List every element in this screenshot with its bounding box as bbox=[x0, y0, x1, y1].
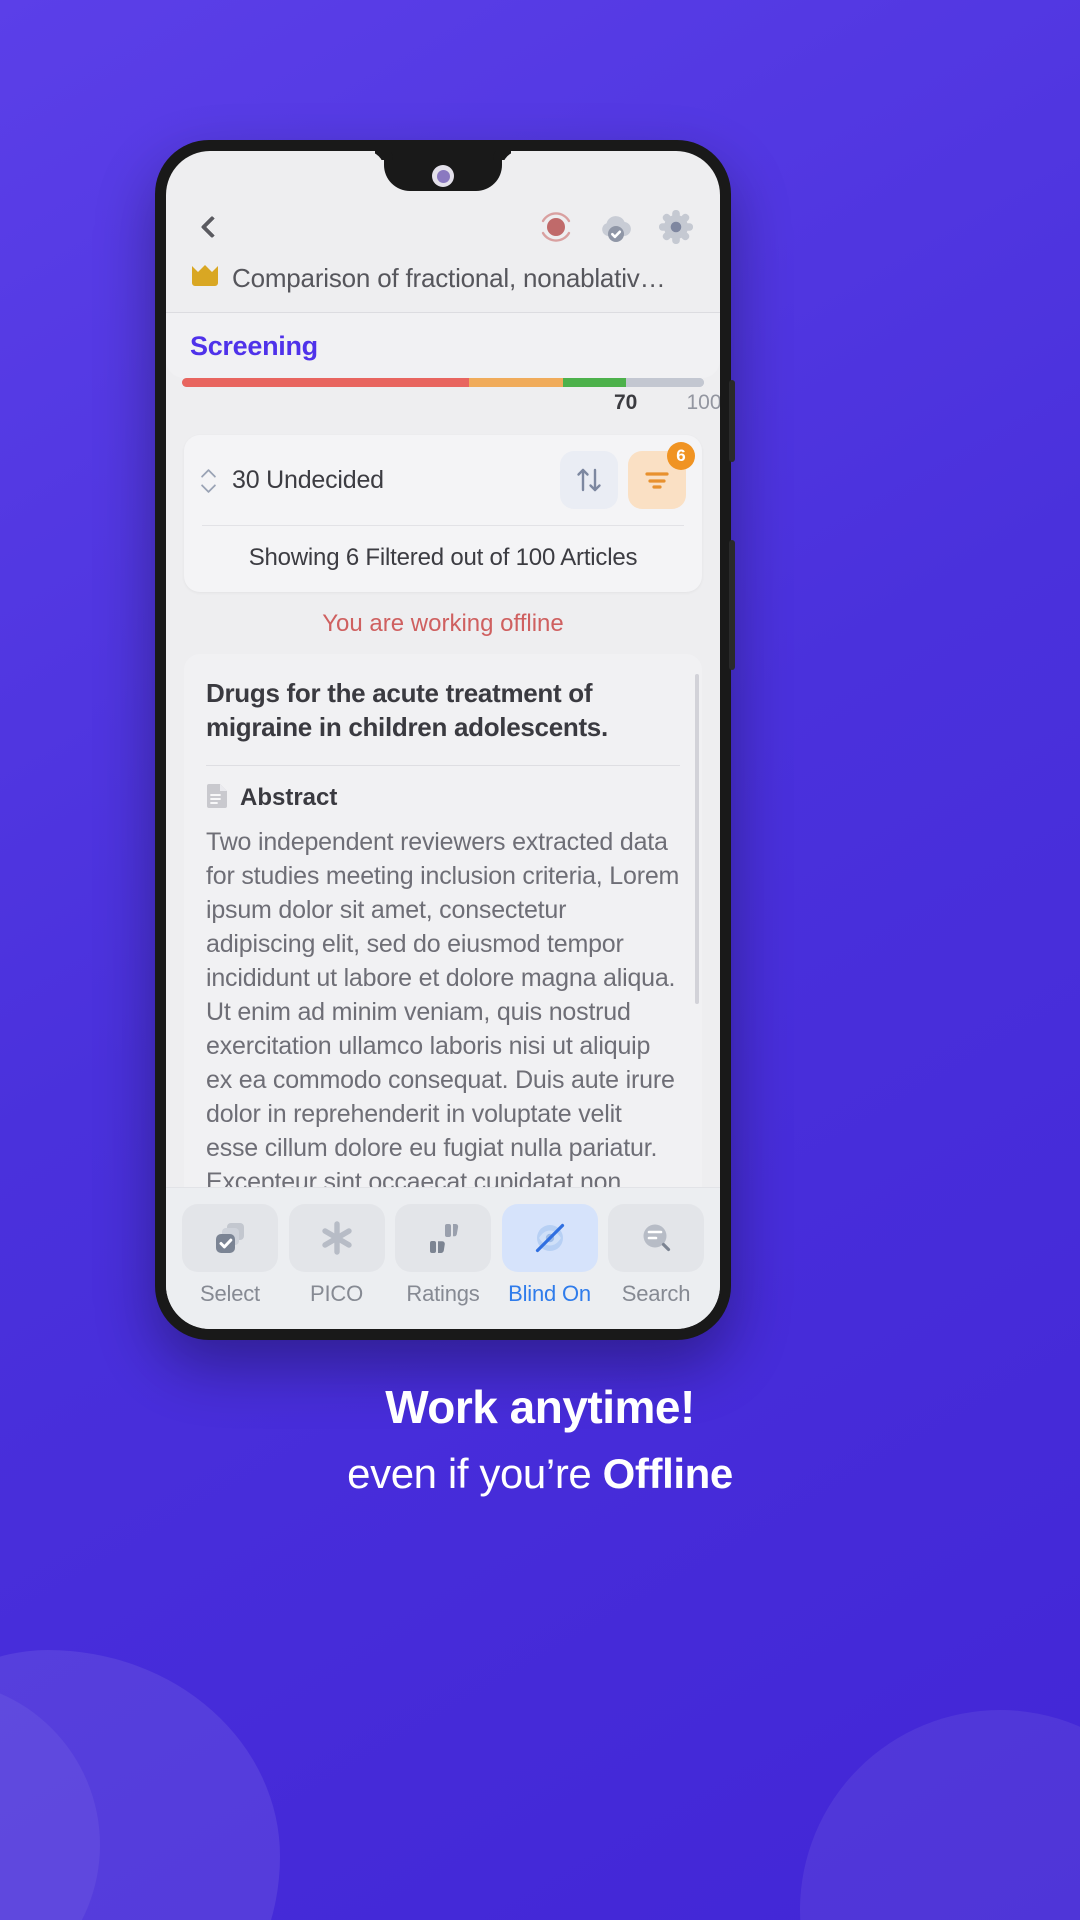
progress-scale: 70 100 bbox=[182, 391, 720, 425]
offline-notice: You are working offline bbox=[322, 610, 564, 637]
document-text-icon bbox=[206, 782, 230, 815]
asterisk-icon bbox=[288, 1204, 385, 1272]
abstract-body: Two independent reviewers extracted data… bbox=[206, 827, 680, 1187]
screening-progress: 70 100 bbox=[166, 378, 720, 425]
front-camera-icon bbox=[432, 165, 454, 187]
cloud-synced-icon[interactable] bbox=[596, 207, 636, 247]
progress-segment-remaining bbox=[625, 378, 704, 387]
nav-item-select[interactable]: Select bbox=[178, 1204, 282, 1307]
stacked-cards-check-icon bbox=[182, 1204, 278, 1272]
filter-summary-label: Showing 6 Filtered out of 100 Articles bbox=[248, 544, 638, 571]
caption-subline: even if you’re Offline bbox=[0, 1450, 1080, 1498]
nav-item-search[interactable]: Search bbox=[604, 1204, 708, 1307]
document-title-row[interactable]: Comparison of fractional, nonablativ… bbox=[166, 247, 720, 312]
article-card[interactable]: Drugs for the acute treatment of migrain… bbox=[184, 654, 702, 1187]
back-button[interactable] bbox=[190, 205, 234, 249]
nav-item-blind[interactable]: Blind On bbox=[498, 1204, 602, 1307]
gear-icon[interactable] bbox=[656, 207, 696, 247]
phone-power-button bbox=[729, 540, 735, 670]
abstract-heading-row: Abstract bbox=[206, 782, 680, 815]
phone-volume-button bbox=[729, 380, 735, 462]
stage-card: Screening bbox=[166, 312, 720, 378]
phone-mockup: Comparison of fractional, nonablativ… Sc… bbox=[155, 140, 735, 1340]
crown-icon bbox=[190, 263, 220, 294]
stage-label[interactable]: Screening bbox=[190, 331, 696, 362]
phone-notch bbox=[384, 151, 502, 191]
eye-slash-icon bbox=[501, 1204, 598, 1272]
nav-label-select: Select bbox=[200, 1281, 260, 1306]
caption-subline-prefix: even if you’re bbox=[347, 1450, 603, 1497]
sort-arrows-icon[interactable] bbox=[560, 451, 618, 509]
expand-collapse-icon[interactable] bbox=[196, 471, 222, 489]
nav-label-blind: Blind On bbox=[508, 1281, 591, 1306]
progress-segment-excluded bbox=[182, 378, 470, 387]
filter-count-badge: 6 bbox=[667, 442, 695, 470]
progress-bar bbox=[182, 378, 704, 387]
progress-segment-maybe bbox=[469, 378, 564, 387]
promo-caption: Work anytime! even if you’re Offline bbox=[0, 1380, 1080, 1498]
caption-subline-bold: Offline bbox=[602, 1450, 734, 1497]
search-list-icon bbox=[608, 1204, 704, 1272]
filter-card: 30 Undecided 6 Showing 6 Filtered out of… bbox=[184, 435, 702, 592]
bottom-navigation: Select PICO Ratings Blind On Search bbox=[166, 1187, 720, 1329]
phone-screen: Comparison of fractional, nonablativ… Sc… bbox=[166, 151, 720, 1329]
abstract-heading: Abstract bbox=[240, 784, 338, 812]
article-divider bbox=[206, 764, 680, 766]
caption-headline: Work anytime! bbox=[385, 1381, 695, 1433]
record-target-icon[interactable] bbox=[536, 207, 576, 247]
nav-label-ratings: Ratings bbox=[406, 1281, 480, 1306]
page-title: Comparison of fractional, nonablativ… bbox=[232, 263, 666, 293]
nav-label-search: Search bbox=[621, 1281, 691, 1306]
nav-item-ratings[interactable]: Ratings bbox=[391, 1204, 495, 1307]
filter-row: 30 Undecided 6 bbox=[184, 435, 702, 525]
undecided-count-label[interactable]: 30 Undecided bbox=[232, 466, 550, 495]
chevron-left-icon bbox=[200, 215, 224, 239]
topbar-actions bbox=[536, 207, 696, 247]
progress-total-value: 100 bbox=[686, 391, 720, 414]
article-title: Drugs for the acute treatment of migrain… bbox=[206, 678, 608, 743]
progress-current-value: 70 bbox=[614, 391, 638, 414]
filter-funnel-icon[interactable]: 6 bbox=[628, 442, 695, 509]
progress-segment-included bbox=[563, 378, 626, 387]
thumbs-up-down-icon bbox=[395, 1204, 491, 1272]
nav-item-pico[interactable]: PICO bbox=[285, 1204, 389, 1307]
nav-label-pico: PICO bbox=[310, 1281, 363, 1306]
article-scrollbar[interactable] bbox=[695, 674, 699, 1004]
